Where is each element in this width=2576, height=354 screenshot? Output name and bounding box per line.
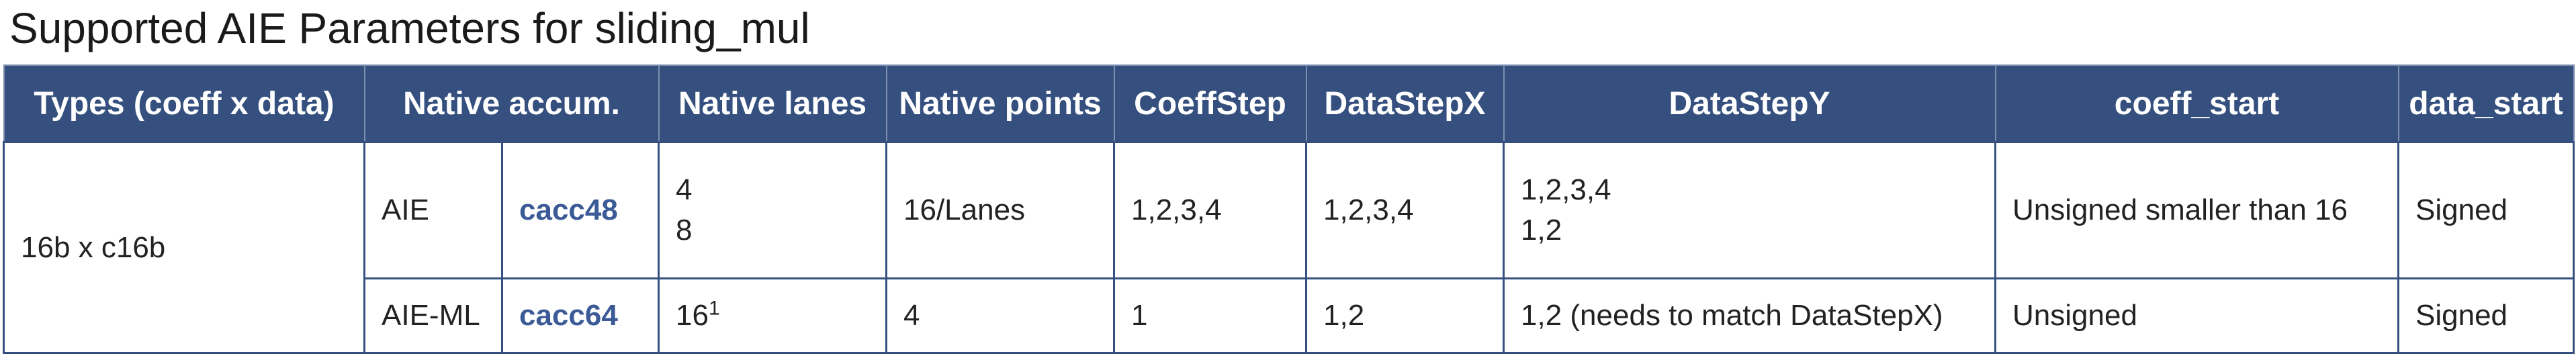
parameters-table: Types (coeff x data) Native accum. Nativ… xyxy=(3,64,2575,354)
data-start-cell: Signed xyxy=(2397,141,2575,279)
header-coeff-step: CoeffStep xyxy=(1113,64,1307,143)
accum-link[interactable]: cacc64 xyxy=(519,299,618,332)
header-data-step-y: DataStepY xyxy=(1503,64,1996,143)
header-native-points: Native points xyxy=(885,64,1115,143)
arch-cell: AIE xyxy=(363,141,503,279)
header-data-start: data_start xyxy=(2397,64,2575,143)
data-step-y-cell: 1,2,3,4 1,2 xyxy=(1503,141,1997,279)
coeff-start-cell: Unsigned smaller than 16 xyxy=(1994,141,2400,279)
accum-cell: cacc48 xyxy=(500,141,660,279)
header-native-lanes: Native lanes xyxy=(658,64,887,143)
footnote-marker[interactable]: 1 xyxy=(709,297,720,319)
lanes-cell: 4 8 xyxy=(658,141,888,279)
coeff-step-cell: 1 xyxy=(1113,277,1308,354)
data-step-x-cell: 1,2,3,4 xyxy=(1305,141,1505,279)
points-cell: 16/Lanes xyxy=(885,141,1116,279)
data-step-y-value: 1,2 xyxy=(1521,214,1562,247)
header-data-step-x: DataStepX xyxy=(1305,64,1505,143)
page-title: Supported AIE Parameters for sliding_mul xyxy=(9,4,810,52)
data-start-cell: Signed xyxy=(2397,277,2575,354)
header-coeff-start: coeff_start xyxy=(1994,64,2399,143)
data-step-x-cell: 1,2 xyxy=(1305,277,1505,354)
header-types: Types (coeff x data) xyxy=(3,64,365,143)
lanes-value: 8 xyxy=(676,214,693,247)
accum-link[interactable]: cacc48 xyxy=(519,193,618,226)
data-step-y-value: 1,2,3,4 xyxy=(1521,173,1611,206)
lanes-value: 16 xyxy=(676,299,709,332)
lanes-value: 4 xyxy=(676,173,693,206)
coeff-start-cell: Unsigned xyxy=(1994,277,2400,354)
coeff-step-cell: 1,2,3,4 xyxy=(1113,141,1308,279)
header-row: Types (coeff x data) Native accum. Nativ… xyxy=(3,64,2575,143)
header-native-accum: Native accum. xyxy=(363,64,660,143)
table-row: 16b x c16b AIE cacc48 4 8 16/Lanes 1,2,3… xyxy=(3,141,2575,354)
types-cell: 16b x c16b xyxy=(3,141,365,354)
table-row: AIE-ML cacc64 161 4 1 1,2 1,2 (needs to … xyxy=(4,277,2575,354)
accum-cell: cacc64 xyxy=(500,277,660,354)
data-step-y-cell: 1,2 (needs to match DataStepX) xyxy=(1503,277,1997,354)
arch-cell: AIE-ML xyxy=(363,277,503,354)
points-cell: 4 xyxy=(885,277,1116,354)
lanes-cell: 161 xyxy=(658,277,888,354)
